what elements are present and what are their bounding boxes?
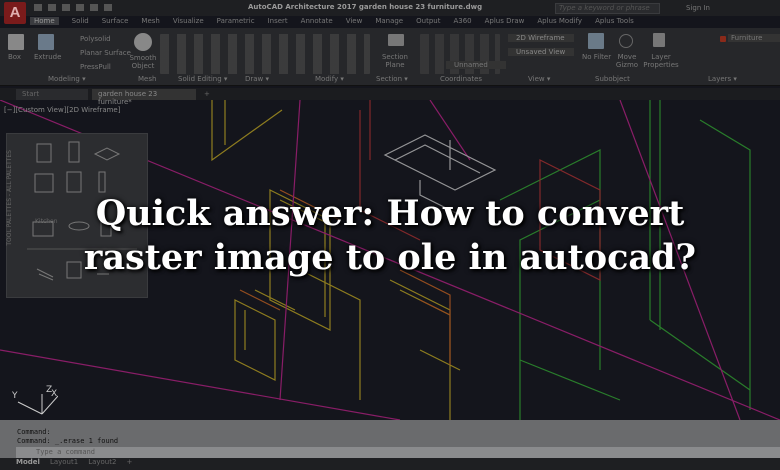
article-headline: Quick answer: How to convert raster imag… bbox=[0, 192, 780, 280]
tab-view[interactable]: View bbox=[346, 17, 363, 25]
command-history-line: Command: _.erase 1 found bbox=[17, 437, 119, 445]
visual-style-dropdown[interactable]: 2D Wireframe bbox=[508, 34, 574, 42]
tab-drawing[interactable]: garden house 23 furniture* bbox=[92, 89, 196, 106]
extrude-icon bbox=[38, 34, 54, 50]
ucs-dropdown[interactable]: Unnamed bbox=[446, 61, 506, 69]
tab-insert[interactable]: Insert bbox=[268, 17, 288, 25]
panel-modify[interactable]: Modify ▾ bbox=[315, 75, 344, 83]
layer-properties-button[interactable]: Layer Properties bbox=[642, 53, 680, 69]
search-input[interactable]: Type a keyword or phrase bbox=[555, 3, 660, 14]
ribbon-tabs: Home Solid Surface Mesh Visualize Parame… bbox=[30, 17, 634, 25]
presspull-button[interactable]: PressPull bbox=[80, 63, 111, 71]
tab-visualize[interactable]: Visualize bbox=[173, 17, 204, 25]
panel-subobject[interactable]: Subobject bbox=[595, 75, 630, 83]
panel-section[interactable]: Section ▾ bbox=[376, 75, 408, 83]
box-icon bbox=[8, 34, 24, 50]
tab-mesh[interactable]: Mesh bbox=[141, 17, 159, 25]
headline-line-1: Quick answer: How to convert bbox=[95, 193, 685, 234]
layer-properties-icon bbox=[653, 33, 665, 47]
add-layout-button[interactable]: + bbox=[126, 458, 132, 470]
tab-layout2[interactable]: Layout2 bbox=[88, 458, 116, 470]
new-tab-button[interactable]: + bbox=[198, 89, 216, 100]
tab-surface[interactable]: Surface bbox=[102, 17, 129, 25]
section-plane-icon bbox=[388, 34, 404, 46]
sign-in-button[interactable]: Sign In bbox=[686, 4, 710, 12]
quick-access-toolbar[interactable] bbox=[34, 4, 112, 11]
tab-manage[interactable]: Manage bbox=[375, 17, 403, 25]
panel-modeling[interactable]: Modeling ▾ bbox=[48, 75, 86, 83]
command-history-line: Command: bbox=[17, 428, 51, 436]
tab-a360[interactable]: A360 bbox=[453, 17, 471, 25]
application-menu-button[interactable]: A bbox=[4, 2, 26, 24]
ucs-icon: Y Z X bbox=[8, 382, 59, 420]
tab-start[interactable]: Start bbox=[16, 89, 88, 100]
panel-solid-editing[interactable]: Solid Editing ▾ bbox=[178, 75, 227, 83]
tab-aplus-tools[interactable]: Aplus Tools bbox=[595, 17, 634, 25]
layer-color-swatch-icon bbox=[720, 36, 726, 42]
panel-draw[interactable]: Draw ▾ bbox=[245, 75, 269, 83]
layer-dropdown[interactable]: Furniture bbox=[728, 34, 780, 42]
ucs-y-label: Y bbox=[11, 391, 18, 401]
panel-layers[interactable]: Layers ▾ bbox=[708, 75, 737, 83]
app-title: AutoCAD Architecture 2017 garden house 2… bbox=[248, 3, 483, 11]
draw-modify-tools-icon[interactable] bbox=[160, 34, 370, 74]
gizmo-icon bbox=[619, 34, 633, 48]
tab-solid[interactable]: Solid bbox=[72, 17, 89, 25]
view-dropdown[interactable]: Unsaved View bbox=[508, 48, 574, 56]
planar-surface-button[interactable]: Planar Surface bbox=[80, 49, 131, 57]
polysolid-button[interactable]: Polysolid bbox=[80, 35, 111, 43]
document-tabs: Start garden house 23 furniture* + bbox=[0, 88, 780, 106]
tab-layout1[interactable]: Layout1 bbox=[50, 458, 78, 470]
panel-mesh[interactable]: Mesh bbox=[138, 75, 156, 83]
headline-line-2: raster image to ole in autocad? bbox=[83, 237, 697, 278]
tab-aplus-draw[interactable]: Aplus Draw bbox=[485, 17, 525, 25]
smooth-object-icon bbox=[134, 33, 152, 51]
ucs-x-label: X bbox=[51, 389, 57, 399]
ribbon-panel-labels: Modeling ▾ Mesh Solid Editing ▾ Draw ▾ M… bbox=[0, 75, 780, 85]
tab-parametric[interactable]: Parametric bbox=[217, 17, 255, 25]
tab-annotate[interactable]: Annotate bbox=[301, 17, 333, 25]
section-plane-button[interactable]: Section Plane bbox=[380, 53, 410, 69]
command-window: Command: Command: _.erase 1 found Type a… bbox=[0, 420, 780, 458]
tab-output[interactable]: Output bbox=[416, 17, 440, 25]
box-button[interactable]: Box bbox=[8, 53, 21, 61]
smooth-object-button[interactable]: Smooth Object bbox=[128, 54, 158, 70]
tab-model[interactable]: Model bbox=[16, 458, 40, 470]
panel-view[interactable]: View ▾ bbox=[528, 75, 550, 83]
viewport-controls[interactable]: [−][Custom View][2D Wireframe] bbox=[4, 106, 120, 114]
no-filter-button[interactable]: No Filter bbox=[582, 53, 611, 61]
move-gizmo-button[interactable]: Move Gizmo bbox=[614, 53, 640, 69]
title-bar: AutoCAD Architecture 2017 garden house 2… bbox=[0, 0, 780, 16]
layout-tabs: Model Layout1 Layout2 + bbox=[0, 458, 780, 470]
command-input[interactable]: Type a command bbox=[16, 447, 780, 458]
panel-coordinates[interactable]: Coordinates bbox=[440, 75, 482, 83]
tab-home[interactable]: Home bbox=[30, 17, 59, 25]
extrude-button[interactable]: Extrude bbox=[34, 53, 61, 61]
tab-aplus-modify[interactable]: Aplus Modify bbox=[537, 17, 582, 25]
no-filter-icon bbox=[588, 33, 604, 49]
